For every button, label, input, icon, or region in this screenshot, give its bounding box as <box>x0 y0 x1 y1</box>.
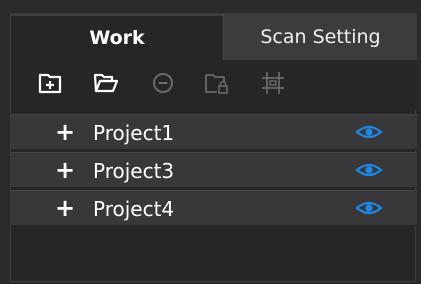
list-item[interactable]: + Project3 <box>11 152 417 188</box>
add-folder-icon <box>38 73 62 94</box>
lock-folder-button[interactable] <box>203 69 231 97</box>
eye-icon[interactable] <box>355 199 383 217</box>
list-item[interactable]: + Project4 <box>11 190 417 226</box>
locked-folder-icon <box>205 74 228 94</box>
tab-bar: Work Scan Setting <box>11 14 417 60</box>
project-panel: Work Scan Setting + Project1 + Project3 … <box>10 13 417 282</box>
eye-icon[interactable] <box>355 123 383 141</box>
project-label: Project4 <box>93 197 175 221</box>
toolbar <box>11 60 417 110</box>
remove-button[interactable] <box>149 69 177 97</box>
add-folder-button[interactable] <box>37 69 65 97</box>
project-list: + Project1 + Project3 + Project4 <box>11 114 417 228</box>
tab-scan-setting[interactable]: Scan Setting <box>223 14 417 60</box>
project-label: Project3 <box>93 159 175 183</box>
expand-icon[interactable]: + <box>55 195 75 221</box>
crop-button[interactable] <box>259 69 287 97</box>
remove-icon <box>153 73 173 93</box>
crop-icon <box>262 72 284 94</box>
project-label: Project1 <box>93 121 175 145</box>
open-folder-icon <box>93 73 119 93</box>
expand-icon[interactable]: + <box>55 119 75 145</box>
open-folder-button[interactable] <box>93 69 121 97</box>
expand-icon[interactable]: + <box>55 157 75 183</box>
list-item[interactable]: + Project1 <box>11 114 417 150</box>
eye-icon[interactable] <box>355 161 383 179</box>
tab-work[interactable]: Work <box>11 14 223 60</box>
